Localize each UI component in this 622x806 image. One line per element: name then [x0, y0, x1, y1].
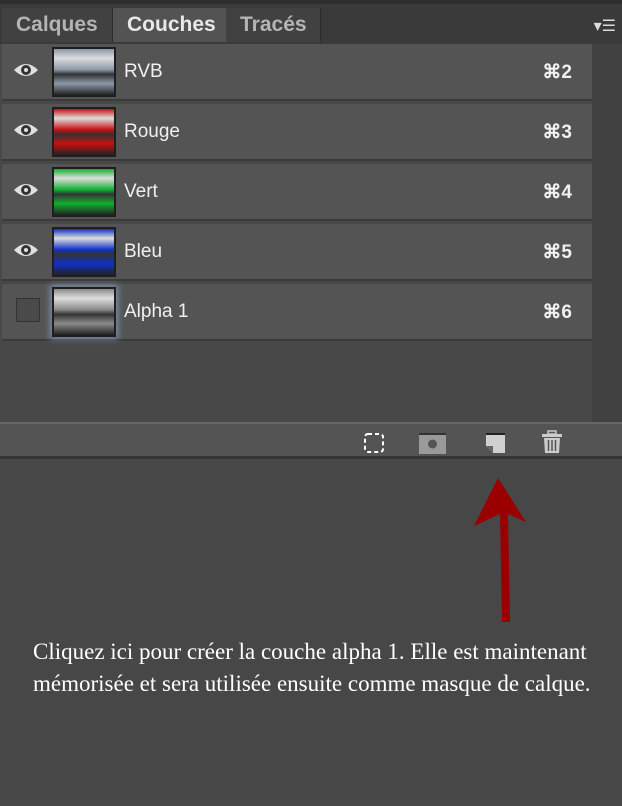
delete-channel-icon[interactable] [541, 430, 563, 455]
channel-thumbnail [52, 287, 116, 337]
channel-footer [0, 422, 622, 459]
channel-row[interactable]: RVB ⌘2 [2, 44, 592, 101]
save-selection-icon[interactable] [419, 433, 447, 455]
channel-shortcut: ⌘6 [542, 302, 572, 323]
tab-couches[interactable]: Couches [113, 8, 231, 46]
scrollbar[interactable] [592, 44, 622, 422]
channel-thumbnail [52, 167, 116, 217]
channel-row[interactable]: Rouge ⌘3 [2, 104, 592, 161]
channel-row[interactable]: Bleu ⌘5 [2, 224, 592, 281]
annotation-text: Cliquez ici pour créer la couche alpha 1… [33, 639, 591, 696]
channel-row[interactable]: Vert ⌘4 [2, 164, 592, 221]
eye-icon[interactable] [13, 60, 39, 80]
panel-tabs: Calques Couches Tracés ▾☰ [0, 0, 622, 46]
channel-name: Alpha 1 [124, 301, 189, 322]
channel-shortcut: ⌘2 [542, 62, 572, 83]
visibility-toggle[interactable] [16, 298, 40, 322]
tab-calques[interactable]: Calques [2, 8, 113, 44]
channel-shortcut: ⌘5 [542, 242, 572, 263]
channel-name: Bleu [124, 241, 163, 262]
tab-traces[interactable]: Tracés [226, 8, 321, 44]
load-selection-icon[interactable] [363, 432, 385, 454]
channel-name: Rouge [124, 121, 180, 142]
channel-shortcut: ⌘3 [542, 122, 572, 143]
eye-icon[interactable] [13, 180, 39, 200]
eye-icon[interactable] [13, 120, 39, 140]
channel-thumbnail [52, 107, 116, 157]
channel-thumbnail [52, 47, 116, 97]
channel-row[interactable]: Alpha 1 ⌘6 [2, 284, 592, 341]
channel-name: RVB [124, 61, 163, 82]
channel-shortcut: ⌘4 [542, 182, 572, 203]
panel-menu-icon[interactable]: ▾☰ [594, 16, 616, 36]
channel-name: Vert [124, 181, 158, 202]
annotation-arrow [474, 478, 526, 622]
eye-icon[interactable] [13, 240, 39, 260]
channel-thumbnail [52, 227, 116, 277]
new-channel-icon[interactable] [485, 432, 507, 454]
